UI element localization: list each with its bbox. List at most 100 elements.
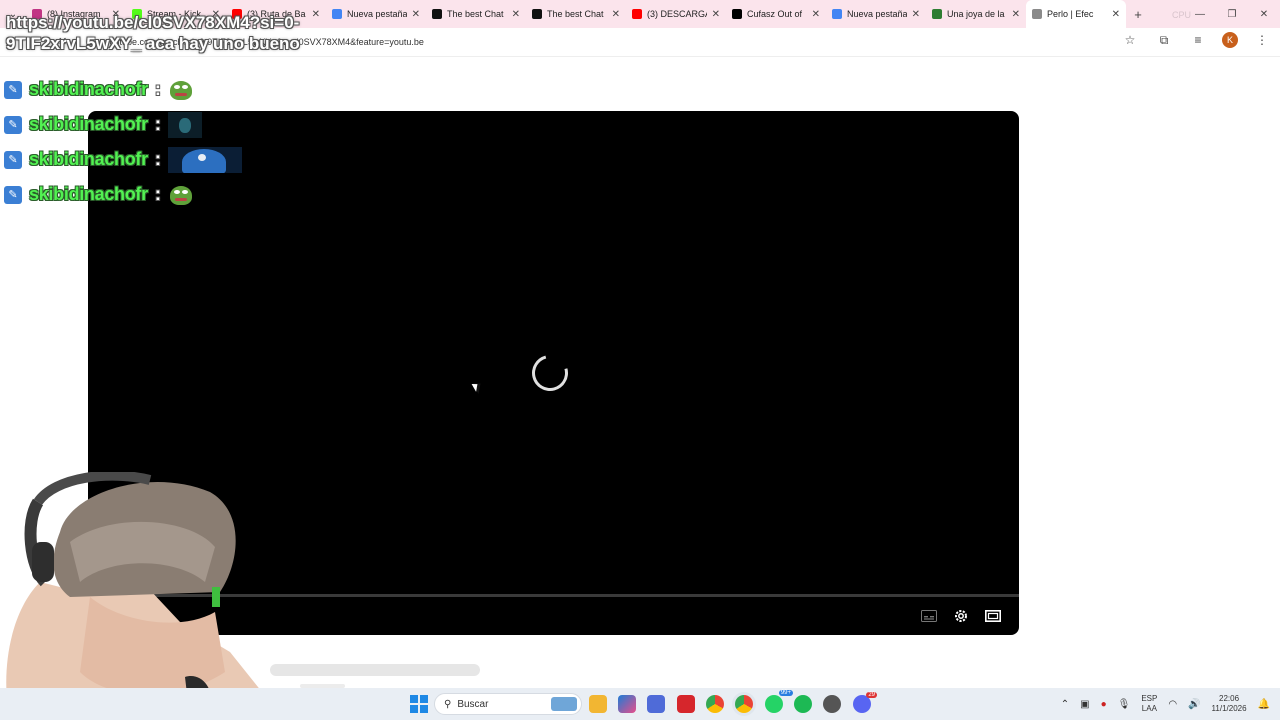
tab-close-icon[interactable]: ✕: [512, 9, 520, 20]
search-highlight-icon: [551, 697, 577, 711]
overlay-cpu-label: CPU: [1172, 10, 1192, 20]
tab-favicon-icon: [932, 9, 942, 19]
tab-favicon-icon: [632, 9, 642, 19]
browser-tab[interactable]: (3) DESCARGA ✕: [626, 0, 726, 28]
clock-date: 11/1/2026: [1211, 704, 1247, 713]
chat-message: ✎ skibidinachofr:: [4, 142, 242, 177]
spotify-icon[interactable]: [794, 695, 812, 713]
tab-title: The best Chat: [547, 9, 604, 19]
blue-monster-emote: [167, 146, 242, 173]
stream-overlay-message: https://youtu.be/cl0SVX78XM4?si=0-9TIF2x…: [6, 13, 300, 53]
browser-menu-icon[interactable]: ⋮: [1252, 33, 1272, 47]
chat-username: skibidinachofr: [29, 149, 148, 169]
chat-username: skibidinachofr: [29, 184, 148, 204]
language-indicator[interactable]: ESP LAA: [1141, 694, 1157, 714]
microsoft-store-icon[interactable]: [647, 695, 665, 713]
tab-title: Cufasz Out of: [747, 9, 803, 19]
frog-emote: [168, 78, 194, 102]
windows-start-icon[interactable]: [410, 695, 428, 713]
language-code: ESP: [1141, 694, 1158, 703]
obs-icon[interactable]: [823, 695, 841, 713]
chat-badge-icon: ✎: [4, 150, 22, 169]
media-controls-icon[interactable]: ≡: [1188, 33, 1208, 47]
wifi-icon[interactable]: ◠: [1168, 699, 1177, 710]
tab-title: Una joya de la: [947, 9, 1005, 19]
loading-spinner-icon: [525, 348, 575, 398]
new-tab-button[interactable]: +: [1126, 7, 1150, 22]
taskbar-search-placeholder: Buscar: [457, 698, 489, 710]
system-tray: ⌃ ▣ ● 🎙 ESP LAA ◠ 🔊 22:06 11/1/2026 🔔: [1061, 688, 1270, 720]
close-window-icon[interactable]: ✕: [1248, 0, 1280, 28]
windows-taskbar: ⚲ Buscar 99+ 29 ⌃ ▣ ● 🎙 ESP LAA ◠ 🔊 22:0…: [0, 688, 1280, 720]
tab-favicon-icon: [432, 9, 442, 19]
chat-badge-icon: ✎: [4, 185, 22, 204]
browser-tab[interactable]: Una joya de la ✕: [926, 0, 1026, 28]
clock-time: 22:06: [1219, 694, 1240, 703]
chat-separator: :: [154, 184, 161, 204]
browser-tab[interactable]: Nueva pestaña ✕: [326, 0, 426, 28]
tray-antivirus-icon[interactable]: ●: [1101, 699, 1107, 710]
window-controls: — ❐ ✕: [1184, 0, 1280, 28]
title-placeholder-bar: [270, 664, 480, 676]
extensions-icon[interactable]: ⧉: [1154, 33, 1174, 48]
browser-tab[interactable]: The best Chat ✕: [426, 0, 526, 28]
search-icon: ⚲: [444, 698, 452, 710]
chrome-icon[interactable]: [706, 695, 724, 713]
microsoft-365-icon[interactable]: [618, 695, 636, 713]
chat-separator: :: [154, 149, 161, 169]
microphone-icon[interactable]: 🎙: [1118, 699, 1131, 710]
profile-avatar[interactable]: K: [1222, 32, 1238, 48]
clock[interactable]: 22:06 11/1/2026: [1212, 694, 1247, 714]
tab-favicon-icon: [832, 9, 842, 19]
tab-close-icon[interactable]: ✕: [412, 9, 420, 20]
stream-chat: ✎ skibidinachofr: ✎ skibidinachofr: ✎ skibidi…: [4, 72, 242, 212]
volume-icon[interactable]: 🔊: [1188, 699, 1200, 710]
tab-title: Perlo | Efec: [1047, 9, 1094, 19]
discord-icon[interactable]: 29: [853, 692, 877, 713]
tab-favicon-icon: [532, 9, 542, 19]
tab-close-icon[interactable]: ✕: [1112, 9, 1120, 20]
tray-app-icon[interactable]: ▣: [1080, 699, 1089, 710]
tab-close-icon[interactable]: ✕: [712, 9, 720, 20]
chat-message: ✎ skibidinachofr:: [4, 177, 242, 212]
restore-icon[interactable]: ❐: [1216, 0, 1248, 28]
tab-close-icon[interactable]: ✕: [1012, 9, 1020, 20]
tab-close-icon[interactable]: ✕: [812, 9, 820, 20]
bookmark-star-icon[interactable]: ☆: [1120, 33, 1140, 47]
tab-favicon-icon: [732, 9, 742, 19]
file-explorer-icon[interactable]: [589, 695, 607, 713]
keyboard-layout: LAA: [1141, 704, 1157, 713]
chat-message: ✎ skibidinachofr:: [4, 107, 242, 142]
chrome-active-icon[interactable]: [735, 695, 753, 713]
browser-tab[interactable]: Perlo | Efec ✕: [1026, 0, 1126, 28]
webcam-feed: [6, 472, 300, 720]
chat-message: ✎ skibidinachofr:: [4, 72, 242, 107]
notifications-icon[interactable]: 🔔: [1258, 699, 1270, 710]
dark-creature-emote: [167, 111, 202, 138]
tab-title: (3) DESCARGA: [647, 9, 707, 19]
taskbar-search-box[interactable]: ⚲ Buscar: [434, 693, 582, 715]
tab-close-icon[interactable]: ✕: [612, 9, 620, 20]
tab-title: Nueva pestaña: [347, 9, 407, 19]
chat-username: skibidinachofr: [29, 79, 148, 99]
chat-separator: :: [154, 114, 161, 134]
browser-tab[interactable]: The best Chat ✕: [526, 0, 626, 28]
chat-badge-icon: ✎: [4, 80, 22, 99]
discord-badge: 29: [866, 692, 877, 698]
chat-badge-icon: ✎: [4, 115, 22, 134]
whatsapp-badge: 99+: [778, 690, 793, 696]
whatsapp-icon[interactable]: 99+: [765, 690, 793, 713]
tab-title: The best Chat: [447, 9, 504, 19]
browser-tab[interactable]: Cufasz Out of ✕: [726, 0, 826, 28]
captions-icon[interactable]: [916, 603, 942, 629]
theater-mode-icon[interactable]: [980, 603, 1006, 629]
settings-gear-icon[interactable]: [948, 603, 974, 629]
chat-username: skibidinachofr: [29, 114, 148, 134]
tab-close-icon[interactable]: ✕: [912, 9, 920, 20]
wps-office-icon[interactable]: [677, 695, 695, 713]
browser-tab[interactable]: Nueva pestaña ✕: [826, 0, 926, 28]
chat-separator: :: [154, 79, 161, 99]
tab-favicon-icon: [1032, 9, 1042, 19]
tab-title: Nueva pestaña: [847, 9, 907, 19]
show-hidden-icons-icon[interactable]: ⌃: [1061, 699, 1069, 710]
